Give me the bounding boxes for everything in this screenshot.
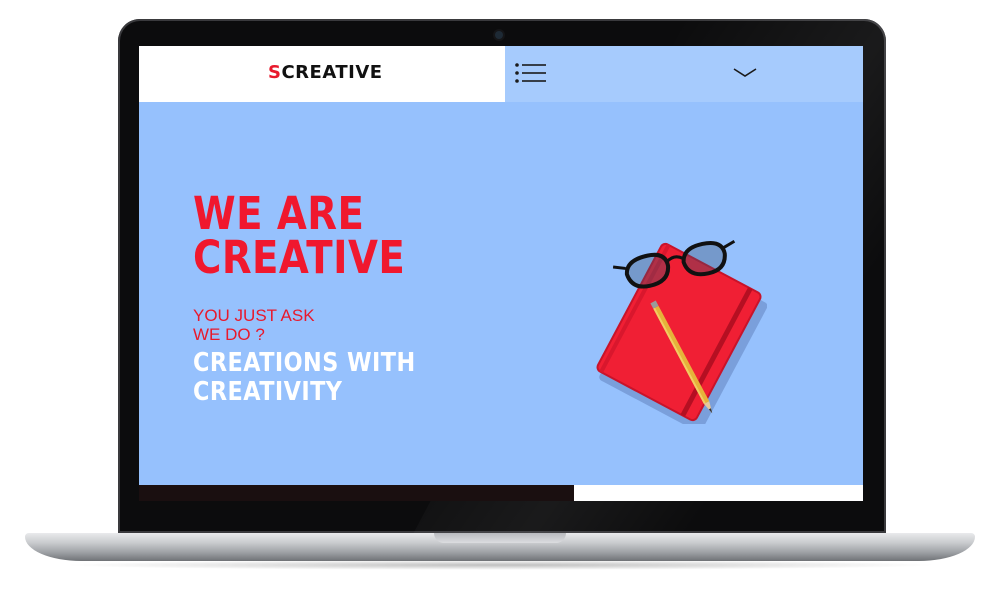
notebook-glasses-pencil-image: [596, 239, 767, 424]
laptop-shadow: [60, 560, 940, 570]
bottom-bar-dark: [139, 485, 574, 501]
website-screen: SCREATIVE WE ARE CREATIVE YOU JUST ASK W…: [139, 46, 863, 501]
hero-headline-line-2: CREATIVE: [193, 231, 406, 284]
header-nav-panel: [505, 46, 863, 102]
chevron-down-icon[interactable]: [732, 65, 758, 81]
hamburger-list-icon[interactable]: [515, 63, 547, 83]
hero-tagline-line-2: WE DO ?: [193, 325, 265, 344]
bottom-bar-light: [574, 485, 863, 501]
hero-subline-line-2: CREATIVITY: [193, 377, 343, 407]
logo-initial: S: [268, 62, 282, 83]
hero-headline-line-1: WE ARE: [193, 187, 365, 240]
hero-tagline-line-1: YOU JUST ASK: [193, 306, 315, 325]
hero-tagline: YOU JUST ASK WE DO ?: [193, 306, 315, 344]
laptop-opening-notch: [434, 533, 566, 543]
webcam-icon: [495, 31, 503, 39]
hero-subline-line-1: CREATIONS WITH: [193, 348, 416, 378]
site-logo[interactable]: SCREATIVE: [268, 62, 383, 83]
hero-subline: CREATIONS WITH CREATIVITY: [193, 349, 416, 407]
logo-text: CREATIVE: [281, 62, 383, 83]
hero-headline: WE ARE CREATIVE: [193, 187, 406, 284]
